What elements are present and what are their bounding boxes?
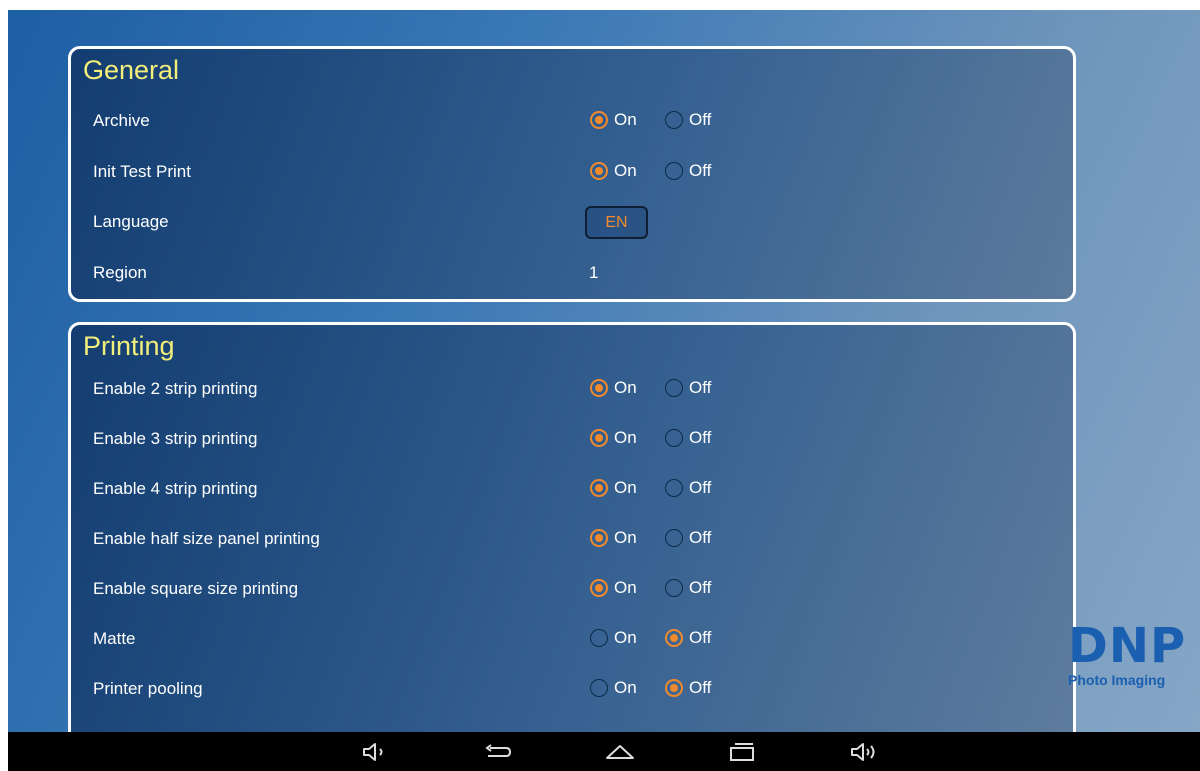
recents-icon[interactable] xyxy=(726,740,758,764)
radio-circle xyxy=(665,629,683,647)
printing-row: Enable 3 strip printing On Off xyxy=(93,419,1073,459)
on-radio[interactable]: On xyxy=(590,528,637,548)
on-radio[interactable]: On xyxy=(590,378,637,398)
radio-circle xyxy=(665,529,683,547)
navigation-bar xyxy=(8,732,1200,771)
printing-row: Printer pooling On Off xyxy=(93,669,1073,709)
radio-off-label: Off xyxy=(689,578,712,597)
printing-row-label: Enable 3 strip printing xyxy=(93,429,258,448)
region-label: Region xyxy=(93,263,147,282)
on-radio[interactable]: On xyxy=(590,678,637,698)
radio-on-label: On xyxy=(614,578,637,597)
dnp-logo: DNP Photo Imaging xyxy=(1068,622,1200,688)
home-icon[interactable] xyxy=(604,740,636,764)
radio-off-label: Off xyxy=(689,678,712,697)
radio-circle xyxy=(665,429,683,447)
init-test-print-label: Init Test Print xyxy=(93,162,191,181)
printing-row: Enable square size printing On Off xyxy=(93,569,1073,609)
radio-off-label: Off xyxy=(689,378,712,397)
radio-on-label: On xyxy=(614,428,637,447)
region-row: Region 1 xyxy=(93,253,1073,293)
volume-down-icon[interactable] xyxy=(360,740,392,764)
volume-up-icon[interactable] xyxy=(848,740,880,764)
general-title: General xyxy=(83,55,180,85)
radio-circle xyxy=(590,479,608,497)
radio-off-label: Off xyxy=(689,428,712,447)
off-radio[interactable]: Off xyxy=(665,578,711,598)
language-label: Language xyxy=(93,212,169,231)
radio-on-label: On xyxy=(614,478,637,497)
init-test-print-off-radio[interactable]: Off xyxy=(665,161,711,181)
radio-circle xyxy=(665,479,683,497)
radio-off-label: Off xyxy=(689,161,712,180)
on-radio[interactable]: On xyxy=(590,478,637,498)
radio-circle xyxy=(590,529,608,547)
archive-off-radio[interactable]: Off xyxy=(665,110,711,130)
off-radio[interactable]: Off xyxy=(665,378,711,398)
radio-off-label: Off xyxy=(689,628,712,647)
printing-row-label: Printer pooling xyxy=(93,679,203,698)
printing-row-label: Matte xyxy=(93,629,136,648)
radio-circle xyxy=(665,162,683,180)
radio-on-label: On xyxy=(614,378,637,397)
radio-circle xyxy=(590,679,608,697)
off-radio[interactable]: Off xyxy=(665,478,711,498)
printing-row-label: Enable 4 strip printing xyxy=(93,479,258,498)
radio-circle xyxy=(590,629,608,647)
printing-row: Matte On Off xyxy=(93,619,1073,659)
init-test-print-row: Init Test Print On Off xyxy=(93,152,1073,192)
printing-title: Printing xyxy=(83,331,175,361)
language-row: Language EN xyxy=(93,202,1073,242)
radio-circle xyxy=(665,679,683,697)
language-button[interactable]: EN xyxy=(585,206,648,239)
radio-circle xyxy=(665,111,683,129)
radio-on-label: On xyxy=(614,110,637,129)
radio-circle xyxy=(590,111,608,129)
off-radio[interactable]: Off xyxy=(665,678,711,698)
radio-on-label: On xyxy=(614,678,637,697)
printing-row-label: Enable half size panel printing xyxy=(93,529,320,548)
on-radio[interactable]: On xyxy=(590,628,637,648)
on-radio[interactable]: On xyxy=(590,428,637,448)
printing-row: Enable half size panel printing On Off xyxy=(93,519,1073,559)
radio-circle xyxy=(590,379,608,397)
radio-off-label: Off xyxy=(689,110,712,129)
logo-subtitle: Photo Imaging xyxy=(1068,672,1166,688)
archive-on-radio[interactable]: On xyxy=(590,110,637,130)
general-panel: General Archive On Off Init Test Print O… xyxy=(68,46,1076,302)
radio-circle xyxy=(590,579,608,597)
logo-brand: DNP xyxy=(1068,618,1187,674)
region-value: 1 xyxy=(589,263,599,282)
archive-row: Archive On Off xyxy=(93,101,1073,141)
settings-screen: General Archive On Off Init Test Print O… xyxy=(8,10,1200,732)
radio-on-label: On xyxy=(614,161,637,180)
radio-circle xyxy=(590,429,608,447)
radio-circle xyxy=(665,379,683,397)
init-test-print-on-radio[interactable]: On xyxy=(590,161,637,181)
off-radio[interactable]: Off xyxy=(665,528,711,548)
radio-on-label: On xyxy=(614,528,637,547)
printing-row: Enable 2 strip printing On Off xyxy=(93,369,1073,409)
radio-off-label: Off xyxy=(689,528,712,547)
off-radio[interactable]: Off xyxy=(665,628,711,648)
radio-off-label: Off xyxy=(689,478,712,497)
off-radio[interactable]: Off xyxy=(665,428,711,448)
printing-row-label: Enable 2 strip printing xyxy=(93,379,258,398)
printing-row-label: Enable square size printing xyxy=(93,579,299,598)
printing-panel: Printing Enable 2 strip printing On Off Ena… xyxy=(68,322,1076,732)
back-icon[interactable] xyxy=(482,740,514,764)
radio-circle xyxy=(665,579,683,597)
printing-row: Enable 4 strip printing On Off xyxy=(93,469,1073,509)
radio-on-label: On xyxy=(614,628,637,647)
on-radio[interactable]: On xyxy=(590,578,637,598)
radio-circle xyxy=(590,162,608,180)
archive-label: Archive xyxy=(93,111,150,130)
